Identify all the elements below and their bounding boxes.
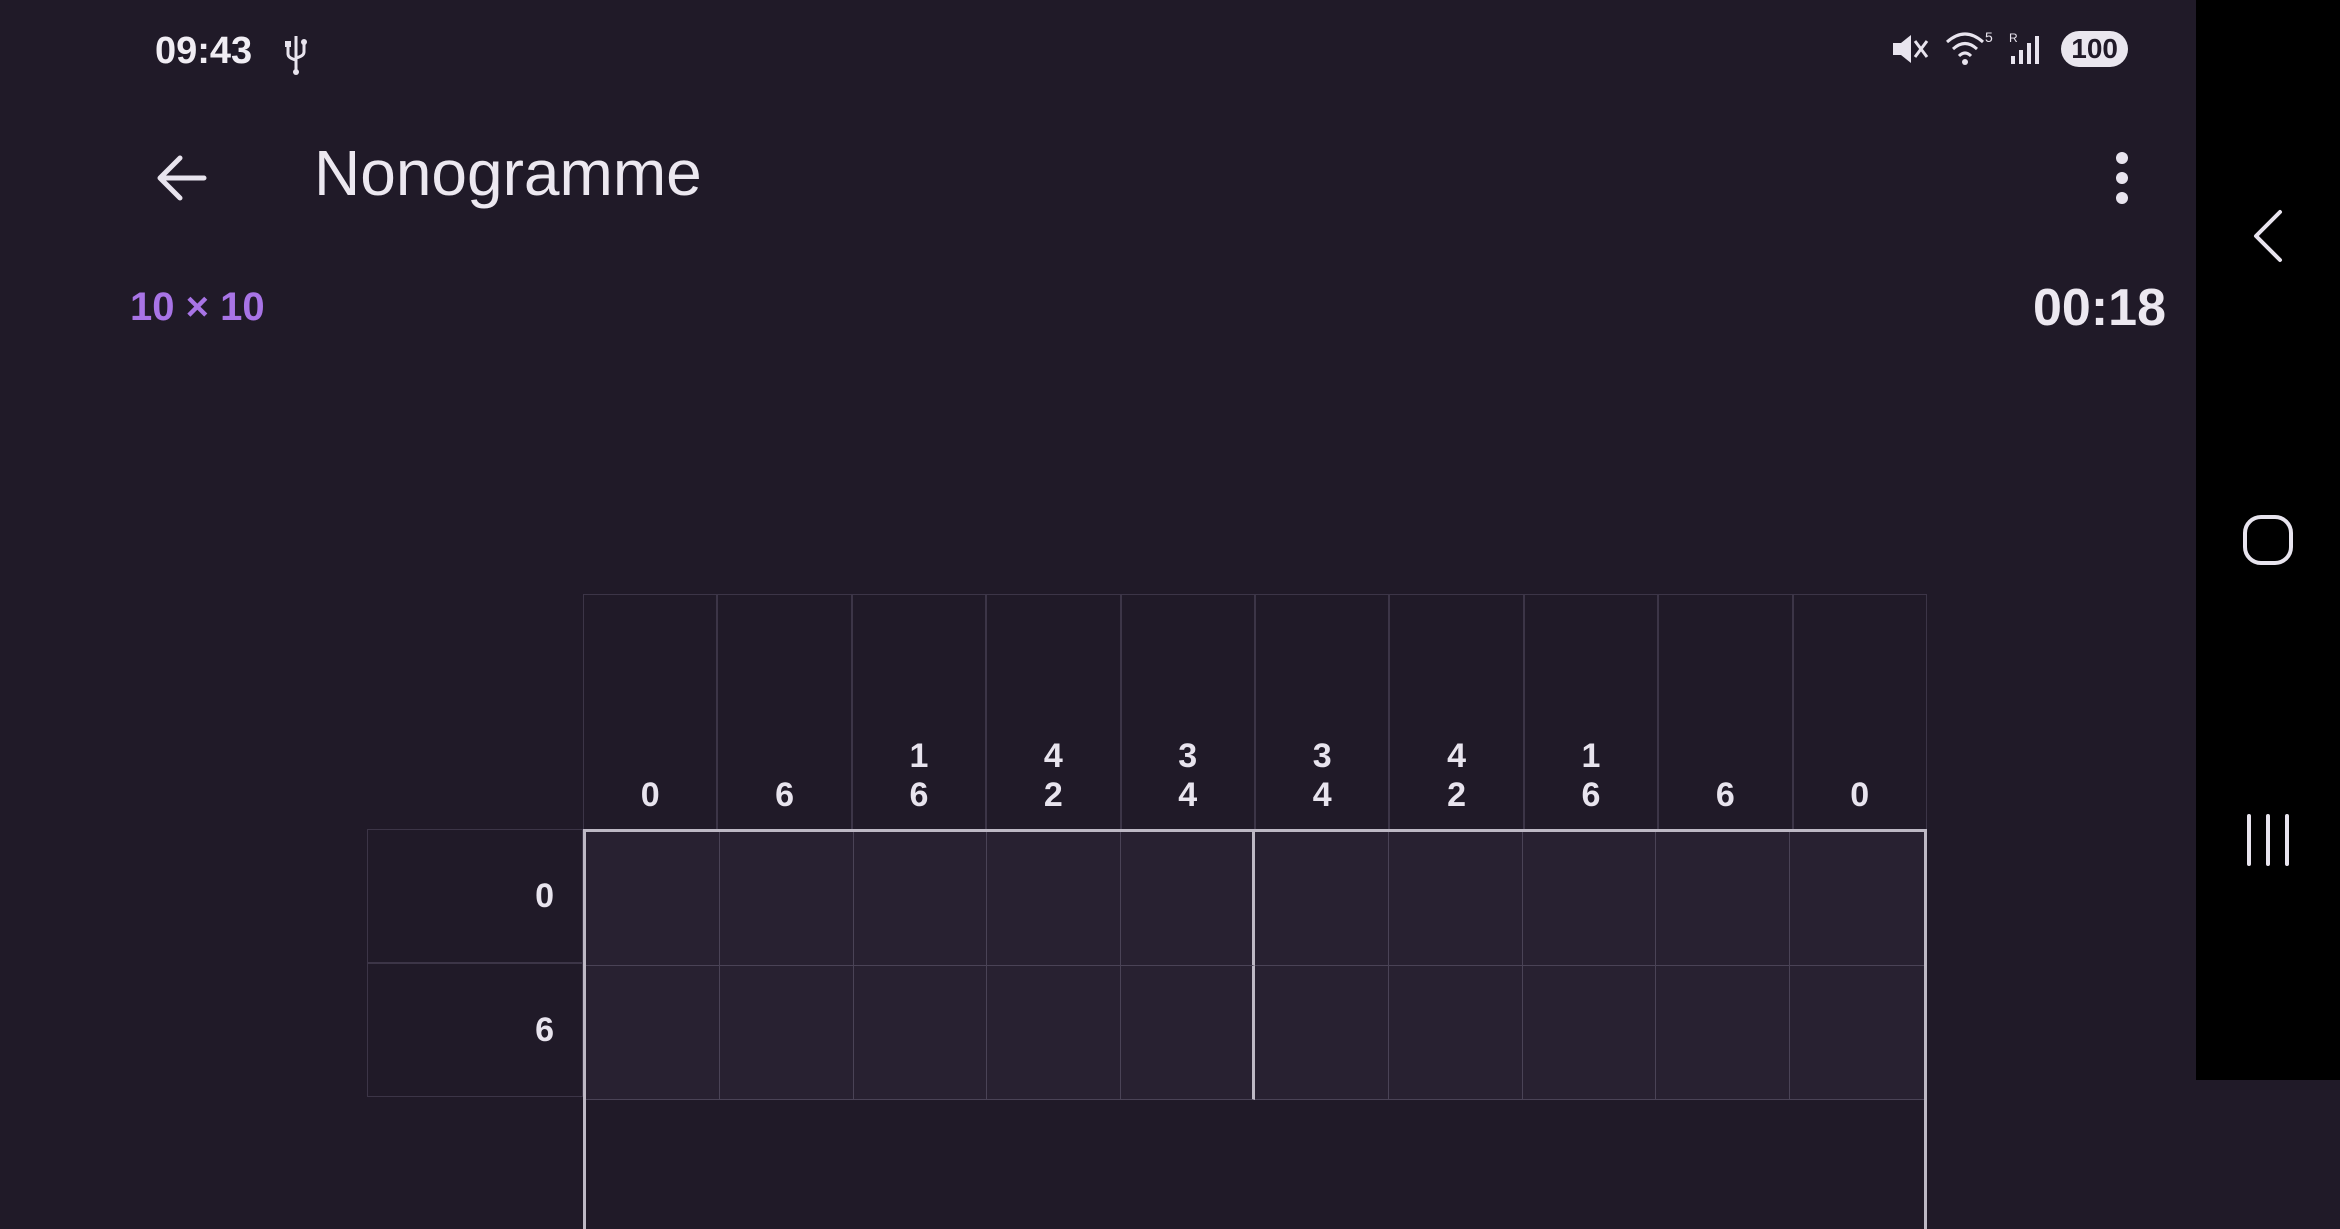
nav-home-icon <box>2243 515 2293 565</box>
status-time: 09:43 <box>155 30 253 72</box>
nav-recents-button[interactable] <box>2196 780 2340 900</box>
clue-number: 0 <box>1850 776 1870 814</box>
back-button[interactable] <box>150 146 214 210</box>
column-clue: 6 <box>1658 594 1793 830</box>
battery-indicator: 100 <box>2061 31 2128 67</box>
puzzle-grid <box>583 829 1927 1229</box>
clue-number: 3 <box>1178 737 1198 775</box>
clue-number: 2 <box>1043 776 1063 814</box>
usb-icon <box>285 36 307 75</box>
clue-number: 2 <box>1447 776 1466 814</box>
wifi-label: 5 <box>1985 30 1993 45</box>
signal-label: R <box>2009 31 2018 45</box>
clue-number: 4 <box>1312 776 1332 814</box>
clue-number: 6 <box>1715 776 1735 814</box>
row-clue: 6 <box>367 963 583 1097</box>
clue-number: 4 <box>1178 776 1198 814</box>
nav-back-button[interactable] <box>2196 176 2340 296</box>
more-vert-icon <box>2116 152 2128 204</box>
column-clue: 42 <box>1389 594 1524 830</box>
wifi-icon: 5 <box>1946 30 1993 65</box>
clue-number: 1 <box>909 737 929 775</box>
column-clue: 42 <box>986 594 1121 830</box>
puzzle-size-label: 10 × 10 <box>130 285 265 329</box>
page-title: Nonogramme <box>314 137 702 209</box>
clue-number: 6 <box>1581 776 1601 814</box>
row-clue: 0 <box>367 829 583 963</box>
nav-home-button[interactable] <box>2196 480 2340 600</box>
grid-cell[interactable] <box>987 832 1122 966</box>
timer: 00:18 <box>2033 279 2166 337</box>
grid-cell[interactable] <box>1790 832 1924 966</box>
grid-cell[interactable] <box>1522 832 1657 966</box>
more-options-button[interactable] <box>2100 146 2144 210</box>
grid-cell[interactable] <box>1388 832 1523 966</box>
nav-recents-icon <box>2247 814 2289 866</box>
status-bar: 09:43 5 R 100 <box>0 0 2196 100</box>
arrow-back-icon <box>157 155 207 201</box>
column-clue: 0 <box>1792 594 1927 830</box>
grid-cell[interactable] <box>1656 832 1791 966</box>
nav-back-icon <box>2254 210 2282 262</box>
column-clue: 34 <box>1120 594 1255 830</box>
grid-cell[interactable] <box>853 832 988 966</box>
clue-number: 1 <box>1581 737 1601 775</box>
signal-icon: R <box>2009 31 2040 64</box>
clue-number: 3 <box>1312 737 1332 775</box>
row-clues: 06 <box>367 829 583 1097</box>
clue-number: 6 <box>909 776 929 814</box>
mute-icon <box>1893 35 1929 63</box>
grid-cell[interactable] <box>586 832 720 966</box>
column-clue: 16 <box>851 594 987 830</box>
system-nav-bar <box>2196 0 2340 1080</box>
grid-cell[interactable] <box>1121 832 1255 966</box>
clue-number: 0 <box>640 776 660 814</box>
clue-number: 4 <box>1043 737 1063 775</box>
column-clue: 34 <box>1254 594 1390 830</box>
column-clues: 0616423434421660 <box>583 594 1927 830</box>
column-clue: 6 <box>717 594 852 830</box>
clue-number: 4 <box>1447 737 1466 775</box>
column-clue: 16 <box>1523 594 1659 830</box>
clue-number: 6 <box>775 776 795 814</box>
column-clue: 0 <box>583 594 718 830</box>
grid-cell[interactable] <box>719 832 854 966</box>
app-bar: Nonogramme <box>0 120 2196 230</box>
grid-cell[interactable] <box>1255 832 1389 966</box>
